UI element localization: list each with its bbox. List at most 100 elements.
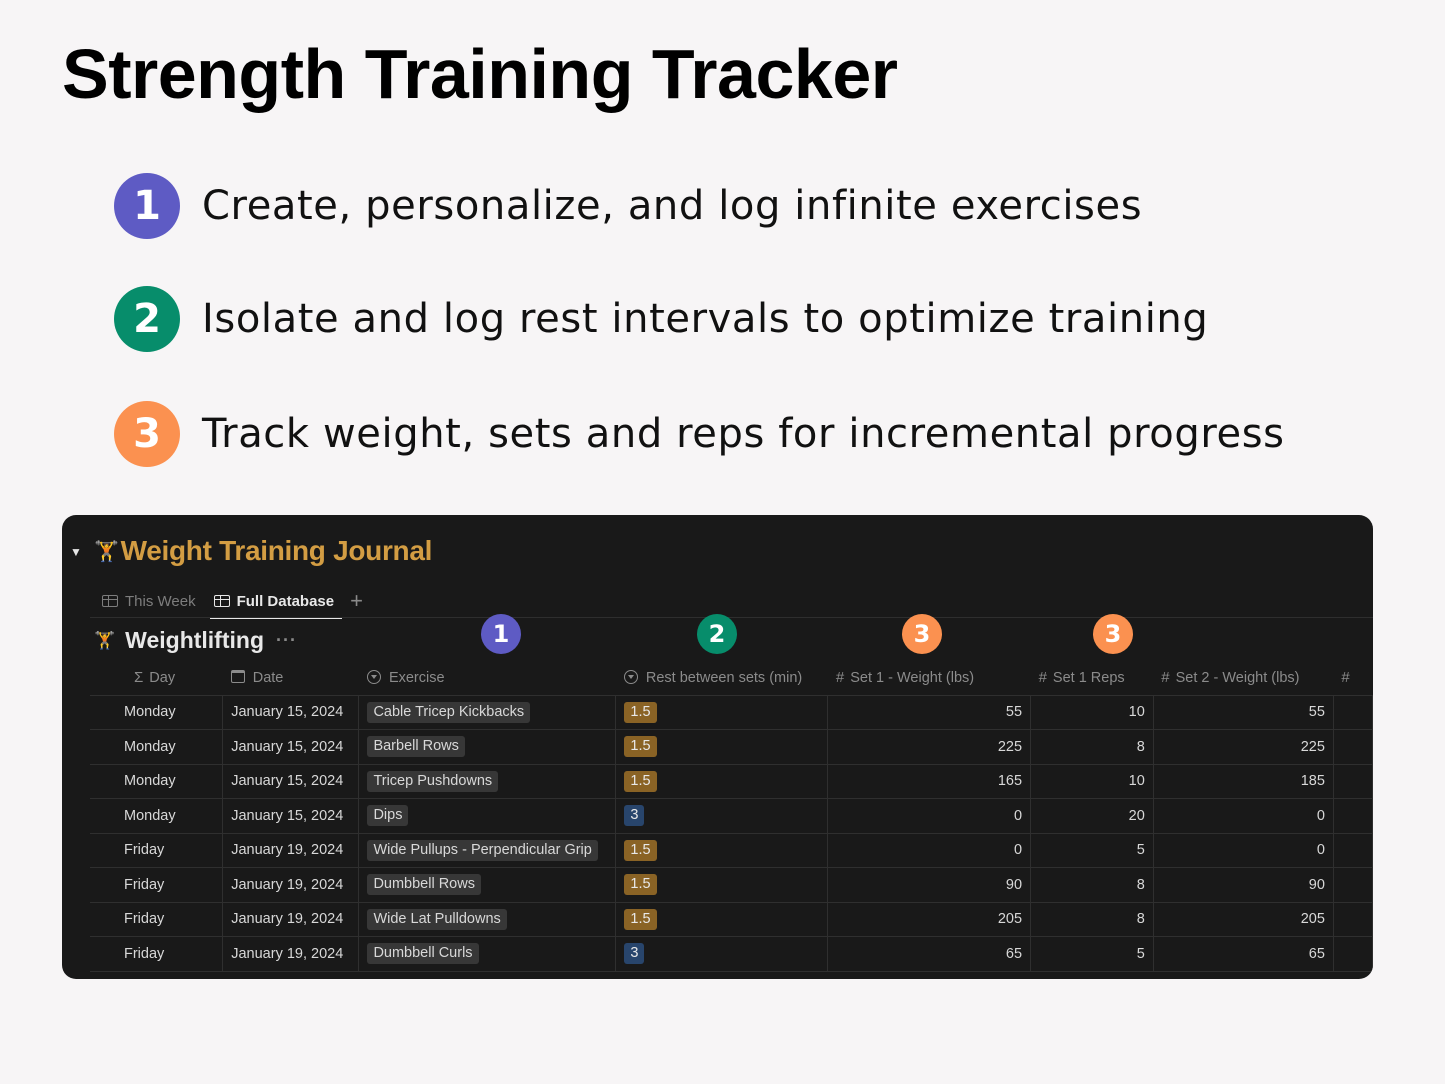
- column-header-set1-weight[interactable]: # Set 1 - Weight (lbs): [827, 661, 1031, 696]
- rest-tag[interactable]: 1.5: [624, 874, 657, 896]
- cell-date[interactable]: January 15, 2024: [222, 695, 360, 730]
- more-options-icon[interactable]: ···: [276, 630, 297, 651]
- column-header-next[interactable]: #: [1333, 661, 1373, 696]
- exercise-tag[interactable]: Dumbbell Curls: [367, 943, 479, 965]
- cell-set1-weight[interactable]: 0: [827, 798, 1032, 834]
- cell-next[interactable]: [1333, 695, 1373, 730]
- table-row[interactable]: Friday January 19, 2024 Wide Lat Pulldowns…: [90, 902, 1373, 937]
- exercise-tag[interactable]: Dips: [367, 805, 409, 827]
- column-header-set1-reps[interactable]: # Set 1 Reps: [1030, 661, 1154, 696]
- cell-date[interactable]: January 19, 2024: [222, 902, 360, 937]
- cell-rest[interactable]: 1.5: [615, 729, 829, 765]
- exercise-tag[interactable]: Cable Tricep Kickbacks: [367, 701, 531, 723]
- cell-rest[interactable]: 1.5: [615, 764, 829, 799]
- cell-next[interactable]: [1333, 729, 1373, 765]
- table-row[interactable]: Monday January 15, 2024 Barbell Rows 1.5 225…: [90, 729, 1373, 765]
- cell-set1-weight[interactable]: 55: [827, 695, 1032, 730]
- cell-set1-reps[interactable]: 8: [1030, 867, 1154, 903]
- cell-set1-reps[interactable]: 5: [1030, 936, 1154, 972]
- add-view-button[interactable]: +: [350, 588, 363, 614]
- rest-tag[interactable]: 3: [624, 805, 645, 827]
- table-row[interactable]: Friday January 19, 2024 Wide Pullups - Per…: [90, 833, 1373, 868]
- cell-set1-reps[interactable]: 10: [1030, 764, 1154, 799]
- cell-next[interactable]: [1333, 764, 1373, 799]
- cell-rest[interactable]: 3: [615, 936, 829, 972]
- cell-set2-weight[interactable]: 185: [1153, 764, 1334, 799]
- cell-set1-reps[interactable]: 8: [1030, 729, 1154, 765]
- cell-day[interactable]: Monday: [90, 729, 224, 765]
- cell-day[interactable]: Monday: [90, 764, 224, 799]
- rest-tag[interactable]: 1.5: [624, 701, 657, 723]
- cell-date[interactable]: January 19, 2024: [222, 867, 360, 903]
- tab-this-week[interactable]: This Week: [98, 585, 200, 617]
- cell-set2-weight[interactable]: 205: [1153, 902, 1334, 937]
- cell-set2-weight[interactable]: 55: [1153, 695, 1334, 730]
- rest-tag[interactable]: 1.5: [624, 770, 657, 792]
- column-header-exercise[interactable]: Exercise: [358, 661, 616, 696]
- cell-date[interactable]: January 19, 2024: [222, 936, 360, 972]
- cell-set1-reps[interactable]: 5: [1030, 833, 1154, 868]
- exercise-tag[interactable]: Barbell Rows: [367, 736, 465, 758]
- column-header-rest[interactable]: Rest between sets (min): [615, 661, 828, 696]
- column-header-set2-weight[interactable]: # Set 2 - Weight (lbs): [1153, 661, 1334, 696]
- journal-title[interactable]: 🏋 Weight Training Journal: [94, 535, 432, 567]
- exercise-tag[interactable]: Wide Pullups - Perpendicular Grip: [367, 839, 598, 861]
- cell-next[interactable]: [1333, 936, 1373, 972]
- database-title-text[interactable]: Weightlifting: [125, 627, 264, 654]
- exercise-tag[interactable]: Dumbbell Rows: [367, 874, 481, 896]
- cell-set2-weight[interactable]: 65: [1153, 936, 1334, 972]
- cell-exercise[interactable]: Barbell Rows: [358, 729, 617, 765]
- cell-day[interactable]: Friday: [90, 833, 224, 868]
- cell-day[interactable]: Friday: [90, 867, 224, 903]
- cell-set1-weight[interactable]: 225: [827, 729, 1032, 765]
- cell-rest[interactable]: 1.5: [615, 833, 829, 868]
- cell-set1-reps[interactable]: 8: [1030, 902, 1154, 937]
- cell-day[interactable]: Friday: [90, 936, 224, 972]
- triangle-down-icon[interactable]: ▼: [70, 545, 82, 559]
- table-row[interactable]: Friday January 19, 2024 Dumbbell Rows 1.5 90…: [90, 867, 1373, 903]
- cell-day[interactable]: Monday: [90, 798, 224, 834]
- table-row[interactable]: Monday January 15, 2024 Dips 3 0 20 0: [90, 798, 1373, 834]
- rest-tag[interactable]: 1.5: [624, 908, 657, 930]
- column-header-day[interactable]: Σ Day: [90, 661, 223, 696]
- cell-rest[interactable]: 1.5: [615, 695, 829, 730]
- cell-day[interactable]: Monday: [90, 695, 224, 730]
- tab-full-database[interactable]: Full Database: [209, 585, 342, 619]
- rest-tag[interactable]: 3: [624, 943, 645, 965]
- cell-set1-weight[interactable]: 65: [827, 936, 1032, 972]
- cell-rest[interactable]: 3: [615, 798, 829, 834]
- cell-exercise[interactable]: Cable Tricep Kickbacks: [358, 695, 617, 730]
- cell-rest[interactable]: 1.5: [615, 867, 829, 903]
- table-row[interactable]: Monday January 15, 2024 Cable Tricep Kickb…: [90, 695, 1373, 730]
- table-row[interactable]: Friday January 19, 2024 Dumbbell Curls 3 65 5…: [90, 936, 1373, 972]
- cell-set2-weight[interactable]: 0: [1153, 833, 1334, 868]
- cell-exercise[interactable]: Tricep Pushdowns: [358, 764, 617, 799]
- cell-exercise[interactable]: Dips: [358, 798, 617, 834]
- cell-exercise[interactable]: Wide Lat Pulldowns: [358, 902, 617, 937]
- cell-next[interactable]: [1333, 867, 1373, 903]
- cell-rest[interactable]: 1.5: [615, 902, 829, 937]
- cell-set1-weight[interactable]: 205: [827, 902, 1032, 937]
- exercise-tag[interactable]: Wide Lat Pulldowns: [367, 908, 507, 930]
- cell-date[interactable]: January 19, 2024: [222, 833, 360, 868]
- cell-next[interactable]: [1333, 798, 1373, 834]
- cell-exercise[interactable]: Dumbbell Curls: [358, 936, 617, 972]
- rest-tag[interactable]: 1.5: [624, 839, 657, 861]
- cell-set2-weight[interactable]: 225: [1153, 729, 1334, 765]
- cell-set2-weight[interactable]: 0: [1153, 798, 1334, 834]
- cell-date[interactable]: January 15, 2024: [222, 798, 360, 834]
- cell-set1-weight[interactable]: 165: [827, 764, 1032, 799]
- cell-set2-weight[interactable]: 90: [1153, 867, 1334, 903]
- cell-next[interactable]: [1333, 833, 1373, 868]
- cell-next[interactable]: [1333, 902, 1373, 937]
- cell-set1-reps[interactable]: 10: [1030, 695, 1154, 730]
- rest-tag[interactable]: 1.5: [624, 736, 657, 758]
- cell-exercise[interactable]: Dumbbell Rows: [358, 867, 617, 903]
- cell-date[interactable]: January 15, 2024: [222, 764, 360, 799]
- cell-date[interactable]: January 15, 2024: [222, 729, 360, 765]
- column-header-date[interactable]: Date: [222, 661, 359, 696]
- cell-set1-reps[interactable]: 20: [1030, 798, 1154, 834]
- cell-exercise[interactable]: Wide Pullups - Perpendicular Grip: [358, 833, 617, 868]
- cell-day[interactable]: Friday: [90, 902, 224, 937]
- cell-set1-weight[interactable]: 0: [827, 833, 1032, 868]
